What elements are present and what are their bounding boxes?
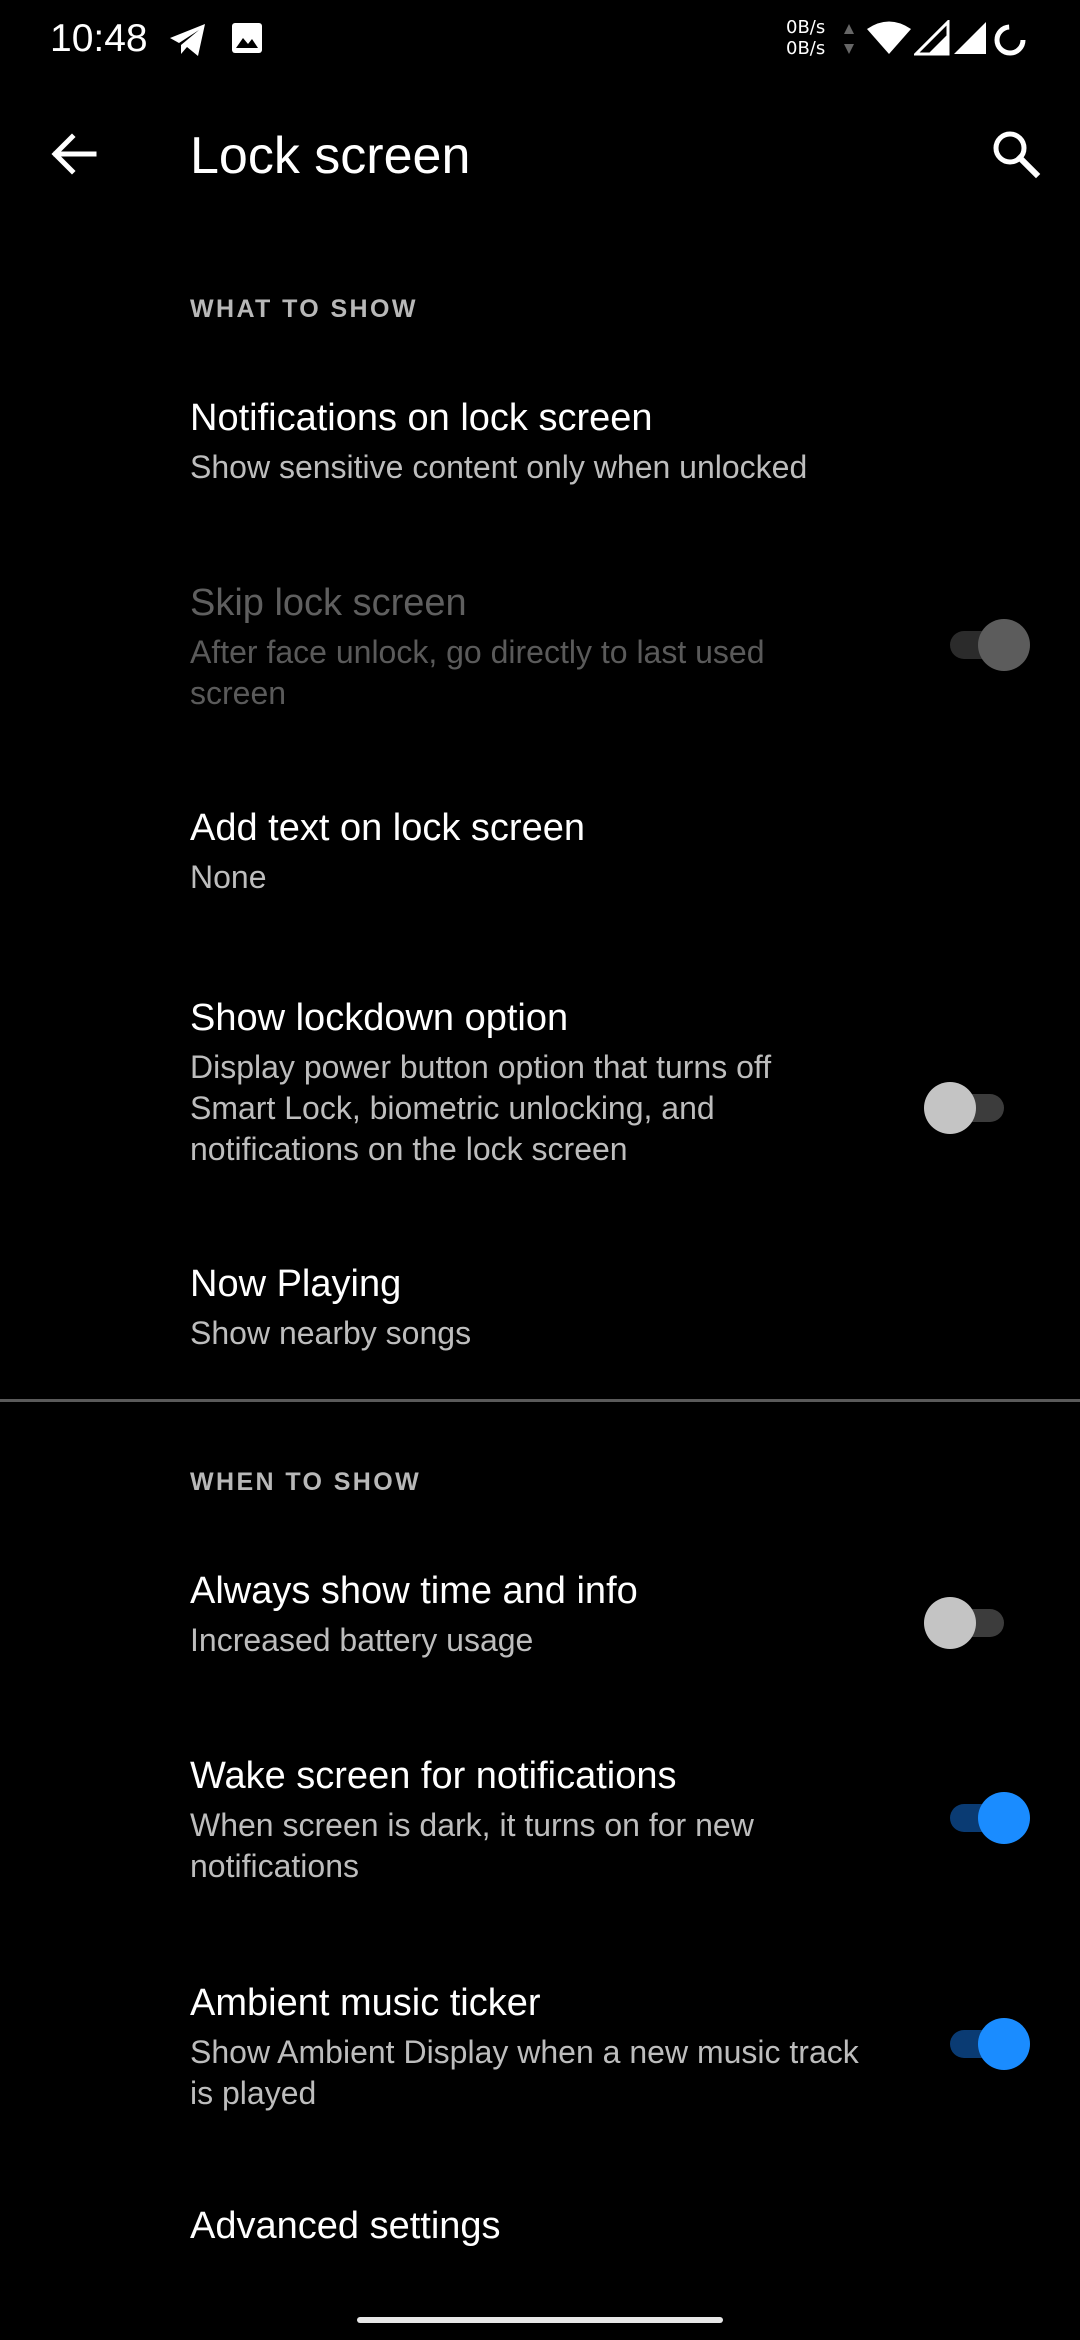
pref-wake-screen-for-notifications[interactable]: Wake screen for notifications When scree… [0, 1730, 1080, 1910]
signal-icon [912, 18, 950, 61]
network-speed: 0B/s 0B/s [786, 17, 825, 59]
show-lockdown-option-switch[interactable] [924, 1080, 1008, 1136]
battery-saver-icon [992, 22, 1028, 63]
pref-summary: Show sensitive content only when unlocke… [190, 449, 808, 485]
net-speed-down: 0B/s [786, 38, 826, 59]
always-show-time-and-info-switch[interactable] [924, 1595, 1008, 1651]
pref-summary: Show nearby songs [190, 1315, 472, 1351]
pref-show-lockdown-option[interactable]: Show lockdown option Display power butto… [0, 970, 1080, 1190]
app-bar: Lock screen [0, 80, 1080, 230]
ambient-music-ticker-switch[interactable] [946, 2016, 1030, 2072]
switch-thumb [978, 1792, 1030, 1844]
pref-title: Always show time and info [190, 1570, 638, 1612]
wifi-icon [866, 20, 912, 61]
switch-thumb [924, 1597, 976, 1649]
pref-ambient-music-ticker[interactable]: Ambient music ticker Show Ambient Displa… [0, 1955, 1080, 2135]
pref-title: Skip lock screen [190, 582, 467, 624]
pref-title: Now Playing [190, 1263, 402, 1305]
pref-summary: Display power button option that turns o… [190, 1049, 772, 1167]
pref-title: Advanced settings [190, 2205, 501, 2247]
pref-notifications-on-lock-screen[interactable]: Notifications on lock screen Show sensit… [0, 370, 1080, 510]
arrow-left-icon[interactable] [44, 124, 104, 189]
data-activity-icon [842, 22, 856, 61]
pref-always-show-time-and-info[interactable]: Always show time and info Increased batt… [0, 1545, 1080, 1685]
switch-thumb [978, 619, 1030, 671]
pref-summary: After face unlock, go directly to last u… [190, 634, 765, 711]
page-title: Lock screen [190, 127, 471, 185]
status-time: 10:48 [50, 17, 148, 60]
section-header-what-to-show: WHAT TO SHOW [190, 295, 418, 323]
pref-title: Show lockdown option [190, 997, 569, 1039]
switch-thumb [924, 1082, 976, 1134]
search-icon[interactable] [986, 124, 1046, 189]
telegram-icon [168, 22, 208, 63]
gesture-nav-handle[interactable] [357, 2317, 723, 2323]
pref-skip-lock-screen: Skip lock screen After face unlock, go d… [0, 555, 1080, 735]
skip-lock-screen-switch [946, 617, 1030, 673]
pref-title: Wake screen for notifications [190, 1755, 677, 1797]
pref-title: Add text on lock screen [190, 807, 585, 849]
image-icon [230, 21, 264, 60]
section-header-when-to-show: WHEN TO SHOW [190, 1468, 422, 1496]
status-bar: 10:48 0B/s 0B/s [0, 0, 1080, 80]
pref-summary: None [190, 859, 267, 895]
pref-summary: Show Ambient Display when a new music tr… [190, 2034, 859, 2111]
pref-summary: When screen is dark, it turns on for new… [190, 1807, 754, 1884]
signal-icon [952, 20, 988, 61]
switch-thumb [978, 2018, 1030, 2070]
pref-summary: Increased battery usage [190, 1622, 534, 1658]
pref-title: Ambient music ticker [190, 1982, 541, 2024]
net-speed-up: 0B/s [786, 17, 826, 38]
section-divider [0, 1399, 1080, 1402]
pref-now-playing[interactable]: Now Playing Show nearby songs [0, 1240, 1080, 1380]
pref-add-text-on-lock-screen[interactable]: Add text on lock screen None [0, 785, 1080, 925]
pref-title: Notifications on lock screen [190, 397, 653, 439]
pref-advanced-settings[interactable]: Advanced settings [0, 2180, 1080, 2290]
wake-screen-for-notifications-switch[interactable] [946, 1790, 1030, 1846]
